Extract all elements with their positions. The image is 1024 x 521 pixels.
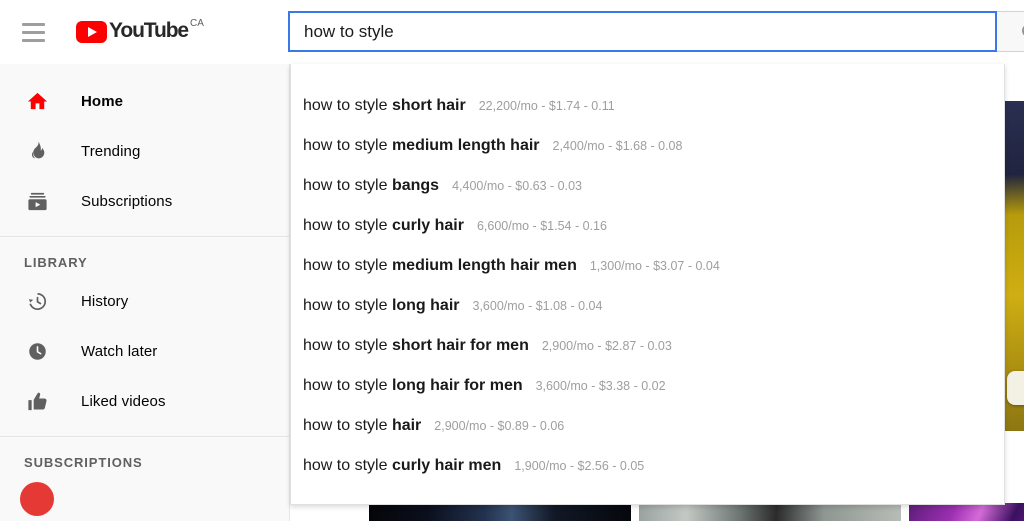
thumbs-up-icon bbox=[24, 388, 50, 414]
sidebar-item-subscriptions[interactable]: Subscriptions bbox=[0, 176, 289, 226]
youtube-play-icon bbox=[76, 21, 107, 43]
library-heading: LIBRARY bbox=[0, 255, 289, 270]
sidebar: Home Trending Subscriptions LIBRARY bbox=[0, 64, 290, 521]
suggestion-text: how to style bangs bbox=[303, 176, 439, 196]
youtube-page: Home Trending Subscriptions LIBRARY bbox=[0, 0, 1024, 521]
suggestion-metrics: 1,900/mo - $2.56 - 0.05 bbox=[514, 456, 644, 476]
top-bar: YouTube CA how to style bbox=[0, 0, 1024, 64]
youtube-logo[interactable]: YouTube CA bbox=[76, 17, 204, 47]
sidebar-divider bbox=[0, 436, 289, 437]
suggestion-metrics: 3,600/mo - $1.08 - 0.04 bbox=[473, 296, 603, 316]
home-icon bbox=[24, 88, 50, 114]
video-row bbox=[369, 503, 1024, 521]
suggestion-text: how to style long hair bbox=[303, 296, 460, 316]
logo-country-code: CA bbox=[190, 18, 204, 29]
suggestion-text: how to style curly hair bbox=[303, 216, 464, 236]
suggestion-metrics: 2,400/mo - $1.68 - 0.08 bbox=[553, 136, 683, 156]
search-button[interactable] bbox=[997, 11, 1024, 52]
suggestion-item[interactable]: how to style short hair 22,200/mo - $1.7… bbox=[291, 86, 1004, 126]
sidebar-item-label: History bbox=[81, 293, 128, 310]
suggestion-item[interactable]: how to style medium length hair men 1,30… bbox=[291, 246, 1004, 286]
suggestion-item[interactable]: how to style long hair for men 3,600/mo … bbox=[291, 366, 1004, 406]
suggestion-metrics: 22,200/mo - $1.74 - 0.11 bbox=[479, 96, 615, 116]
suggestion-text: how to style short hair for men bbox=[303, 336, 529, 356]
sidebar-item-label: Liked videos bbox=[81, 393, 166, 410]
suggestion-text: how to style hair bbox=[303, 416, 421, 436]
suggestion-text: how to style curly hair men bbox=[303, 456, 501, 476]
suggestion-item[interactable]: how to style bangs 4,400/mo - $0.63 - 0.… bbox=[291, 166, 1004, 206]
suggestion-item[interactable]: how to style medium length hair 2,400/mo… bbox=[291, 126, 1004, 166]
history-clock-icon bbox=[24, 288, 50, 314]
video-thumbnail[interactable] bbox=[909, 503, 1024, 521]
subscriptions-icon bbox=[24, 188, 50, 214]
sidebar-item-watch-later[interactable]: Watch later bbox=[0, 326, 289, 376]
suggestion-metrics: 2,900/mo - $0.89 - 0.06 bbox=[434, 416, 564, 436]
watch-later-clock-icon bbox=[24, 338, 50, 364]
sidebar-item-label: Watch later bbox=[81, 343, 157, 360]
suggestion-metrics: 3,600/mo - $3.38 - 0.02 bbox=[536, 376, 666, 396]
suggestion-item[interactable]: how to style hair 2,900/mo - $0.89 - 0.0… bbox=[291, 406, 1004, 446]
suggestion-text: how to style short hair bbox=[303, 96, 466, 116]
search-suggestions-dropdown: how to style short hair 22,200/mo - $1.7… bbox=[290, 64, 1005, 505]
suggestion-item[interactable]: how to style curly hair 6,600/mo - $1.54… bbox=[291, 206, 1004, 246]
search-input[interactable]: how to style bbox=[288, 11, 997, 52]
video-thumbnail[interactable] bbox=[639, 503, 901, 521]
suggestion-text: how to style long hair for men bbox=[303, 376, 523, 396]
suggestion-metrics: 6,600/mo - $1.54 - 0.16 bbox=[477, 216, 607, 236]
sidebar-item-label: Trending bbox=[81, 143, 140, 160]
trending-flame-icon bbox=[24, 138, 50, 164]
suggestion-item[interactable]: how to style long hair 3,600/mo - $1.08 … bbox=[291, 286, 1004, 326]
thumbnail-overlay-button[interactable] bbox=[1007, 371, 1024, 405]
sidebar-item-label: Home bbox=[81, 93, 123, 110]
sidebar-item-history[interactable]: History bbox=[0, 276, 289, 326]
sidebar-item-trending[interactable]: Trending bbox=[0, 126, 289, 176]
search-icon bbox=[1019, 21, 1024, 43]
suggestion-metrics: 1,300/mo - $3.07 - 0.04 bbox=[590, 256, 720, 276]
suggestion-item[interactable]: how to style curly hair men 1,900/mo - $… bbox=[291, 446, 1004, 486]
search-area: how to style bbox=[288, 11, 1024, 52]
sidebar-divider bbox=[0, 236, 289, 237]
sidebar-item-liked-videos[interactable]: Liked videos bbox=[0, 376, 289, 426]
sidebar-item-label: Subscriptions bbox=[81, 193, 172, 210]
suggestion-text: how to style medium length hair bbox=[303, 136, 540, 156]
logo-text: YouTube bbox=[109, 19, 188, 43]
suggestion-metrics: 2,900/mo - $2.87 - 0.03 bbox=[542, 336, 672, 356]
suggestion-item[interactable]: how to style short hair for men 2,900/mo… bbox=[291, 326, 1004, 366]
subscriptions-heading: SUBSCRIPTIONS bbox=[0, 455, 289, 470]
hamburger-menu-icon[interactable] bbox=[13, 12, 53, 52]
search-input-value: how to style bbox=[304, 22, 394, 42]
video-thumbnail[interactable] bbox=[369, 503, 631, 521]
channel-avatar[interactable] bbox=[20, 482, 54, 516]
suggestion-metrics: 4,400/mo - $0.63 - 0.03 bbox=[452, 176, 582, 196]
suggestion-text: how to style medium length hair men bbox=[303, 256, 577, 276]
sidebar-item-home[interactable]: Home bbox=[0, 76, 289, 126]
